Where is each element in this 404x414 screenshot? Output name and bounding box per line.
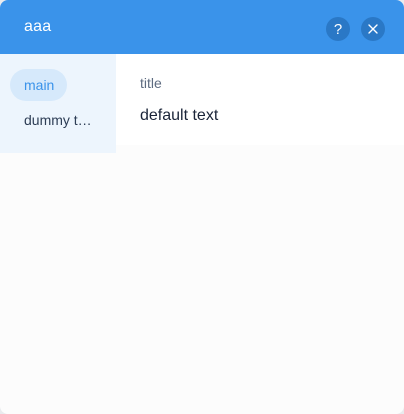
close-button[interactable]	[361, 17, 385, 41]
sidebar-item-dummy[interactable]: dummy t…	[10, 104, 106, 136]
close-icon	[368, 24, 378, 34]
help-button[interactable]: ?	[326, 17, 350, 41]
sidebar-item-main[interactable]: main	[10, 69, 67, 101]
settings-panel: aaa ? main dummy t… title default text	[0, 0, 404, 414]
field-label: title	[140, 75, 162, 91]
content-area: title default text	[116, 54, 404, 145]
panel-title: aaa	[24, 18, 52, 35]
question-mark-icon: ?	[333, 20, 343, 38]
panel-header: aaa ?	[0, 0, 404, 54]
field-value: default text	[140, 107, 219, 124]
sidebar: main dummy t…	[0, 54, 116, 153]
